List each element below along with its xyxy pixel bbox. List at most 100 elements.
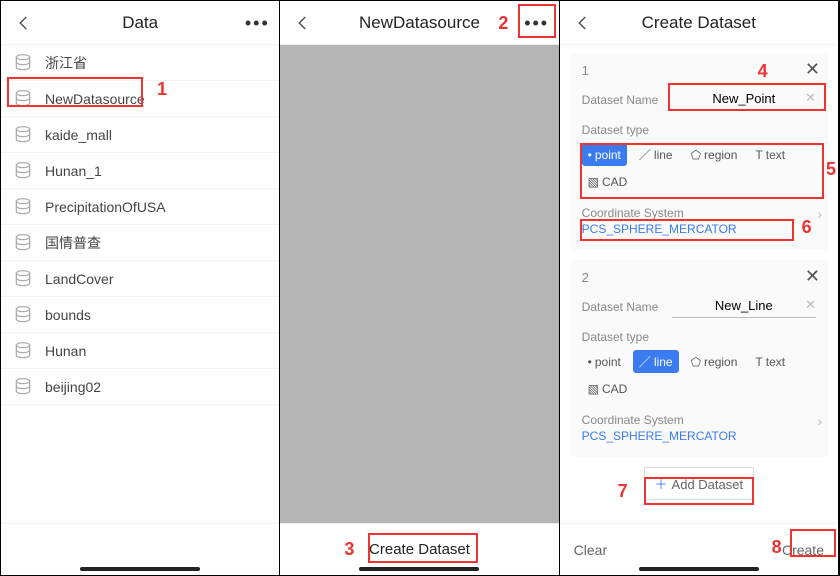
datasource-name: Hunan bbox=[45, 343, 86, 359]
dataset-type-label: Dataset type bbox=[582, 123, 816, 137]
dataset-name-label: Dataset Name bbox=[582, 300, 672, 314]
type-icon: • bbox=[588, 355, 592, 369]
database-icon bbox=[13, 269, 33, 289]
form-body: 1✕Dataset Name✕Dataset type•point／line⬠r… bbox=[560, 45, 838, 523]
type-icon: T bbox=[755, 148, 762, 162]
type-icon: ▧ bbox=[588, 382, 599, 396]
datasource-row[interactable]: LandCover bbox=[1, 261, 279, 297]
type-label: point bbox=[595, 148, 621, 162]
type-label: CAD bbox=[602, 175, 627, 189]
type-label: region bbox=[704, 355, 737, 369]
dataset-card: 1✕Dataset Name✕Dataset type•point／line⬠r… bbox=[570, 53, 828, 250]
page-title: Create Dataset bbox=[642, 13, 756, 33]
type-row: •point／line⬠regionTtext▧CAD bbox=[582, 143, 816, 192]
footer: Create Dataset bbox=[280, 523, 558, 575]
datasource-name: kaide_mall bbox=[45, 127, 112, 143]
datasource-name: LandCover bbox=[45, 271, 114, 287]
datasource-row[interactable]: PrecipitationOfUSA bbox=[1, 189, 279, 225]
back-button[interactable] bbox=[568, 1, 598, 45]
panel-newdatasource: NewDatasource ••• Create Dataset 2 3 bbox=[280, 1, 559, 575]
chevron-right-icon[interactable]: › bbox=[817, 206, 822, 222]
database-icon bbox=[13, 305, 33, 325]
type-icon: ⬠ bbox=[691, 148, 701, 162]
datasource-row[interactable]: beijing02 bbox=[1, 369, 279, 405]
clear-input-icon[interactable]: ✕ bbox=[805, 297, 816, 313]
type-icon: ▧ bbox=[588, 175, 599, 189]
header: NewDatasource ••• bbox=[280, 1, 558, 45]
type-option-text[interactable]: Ttext bbox=[749, 350, 791, 373]
datasource-row[interactable]: Hunan_1 bbox=[1, 153, 279, 189]
type-option-region[interactable]: ⬠region bbox=[685, 350, 744, 373]
type-label: point bbox=[595, 355, 621, 369]
panel-create-dataset: Create Dataset 1✕Dataset Name✕Dataset ty… bbox=[560, 1, 839, 575]
database-icon bbox=[13, 89, 33, 109]
dataset-name-input[interactable] bbox=[672, 91, 816, 106]
datasource-name: 国情普查 bbox=[45, 233, 101, 253]
more-button[interactable]: ••• bbox=[521, 7, 553, 39]
database-icon bbox=[13, 125, 33, 145]
database-icon bbox=[13, 197, 33, 217]
back-button[interactable] bbox=[288, 1, 318, 45]
datasource-name: NewDatasource bbox=[45, 91, 145, 107]
home-indicator bbox=[80, 567, 200, 571]
datasource-row[interactable]: 国情普查 bbox=[1, 225, 279, 261]
add-dataset-button[interactable]: ＋ Add Dataset bbox=[644, 467, 755, 500]
datasource-row[interactable]: bounds bbox=[1, 297, 279, 333]
clear-input-icon[interactable]: ✕ bbox=[805, 90, 816, 106]
close-icon[interactable]: ✕ bbox=[805, 59, 820, 80]
type-option-CAD[interactable]: ▧CAD bbox=[582, 172, 634, 192]
header: Create Dataset bbox=[560, 1, 838, 45]
clear-button[interactable]: Clear bbox=[574, 542, 607, 558]
dataset-card: 2✕Dataset Name✕Dataset type•point／line⬠r… bbox=[570, 260, 828, 457]
back-button[interactable] bbox=[9, 1, 39, 45]
header: Data ••• bbox=[1, 1, 279, 45]
page-title: Data bbox=[122, 13, 158, 33]
dataset-name-field: Dataset Name ✕ bbox=[582, 295, 816, 318]
datasource-list: 浙江省 NewDatasource kaide_mall Hunan_1 Precipi… bbox=[1, 45, 279, 523]
close-icon[interactable]: ✕ bbox=[805, 266, 820, 287]
type-icon: • bbox=[588, 148, 592, 162]
add-dataset-label: Add Dataset bbox=[672, 477, 744, 492]
panel-data: Data ••• 浙江省 NewDatasource kaide_mall Hunan… bbox=[1, 1, 280, 575]
footer bbox=[1, 523, 279, 575]
home-indicator bbox=[639, 567, 759, 571]
footer: Clear Create bbox=[560, 523, 838, 575]
datasource-row[interactable]: 浙江省 bbox=[1, 45, 279, 81]
type-option-line[interactable]: ／line bbox=[633, 143, 679, 166]
empty-body bbox=[280, 45, 558, 523]
type-label: text bbox=[766, 148, 785, 162]
type-option-CAD[interactable]: ▧CAD bbox=[582, 379, 634, 399]
coord-label: Coordinate System› bbox=[582, 206, 816, 220]
datasource-name: beijing02 bbox=[45, 379, 101, 395]
type-option-point[interactable]: •point bbox=[582, 143, 627, 166]
coord-value[interactable]: PCS_SPHERE_MERCATOR bbox=[582, 429, 737, 443]
type-label: line bbox=[654, 148, 673, 162]
datasource-row[interactable]: NewDatasource bbox=[1, 81, 279, 117]
home-indicator bbox=[359, 567, 479, 571]
type-option-region[interactable]: ⬠region bbox=[685, 143, 744, 166]
type-icon: ／ bbox=[639, 353, 651, 370]
database-icon bbox=[13, 377, 33, 397]
type-label: line bbox=[654, 355, 673, 369]
page-title: NewDatasource bbox=[359, 13, 480, 33]
type-option-line[interactable]: ／line bbox=[633, 350, 679, 373]
type-label: region bbox=[704, 148, 737, 162]
dataset-name-input[interactable] bbox=[672, 298, 816, 313]
create-button[interactable]: Create bbox=[782, 542, 824, 558]
datasource-row[interactable]: Hunan bbox=[1, 333, 279, 369]
plus-icon: ＋ bbox=[655, 477, 668, 492]
chevron-right-icon[interactable]: › bbox=[817, 413, 822, 429]
dataset-name-label: Dataset Name bbox=[582, 93, 672, 107]
datasource-name: PrecipitationOfUSA bbox=[45, 199, 166, 215]
datasource-row[interactable]: kaide_mall bbox=[1, 117, 279, 153]
type-icon: ⬠ bbox=[691, 355, 701, 369]
type-option-point[interactable]: •point bbox=[582, 350, 627, 373]
more-button[interactable]: ••• bbox=[241, 7, 273, 39]
type-option-text[interactable]: Ttext bbox=[749, 143, 791, 166]
input-wrap: ✕ bbox=[672, 295, 816, 318]
type-row: •point／line⬠regionTtext▧CAD bbox=[582, 350, 816, 399]
create-dataset-button[interactable]: Create Dataset bbox=[353, 535, 486, 564]
coord-value[interactable]: PCS_SPHERE_MERCATOR bbox=[582, 222, 737, 236]
database-icon bbox=[13, 341, 33, 361]
datasource-name: 浙江省 bbox=[45, 53, 87, 73]
